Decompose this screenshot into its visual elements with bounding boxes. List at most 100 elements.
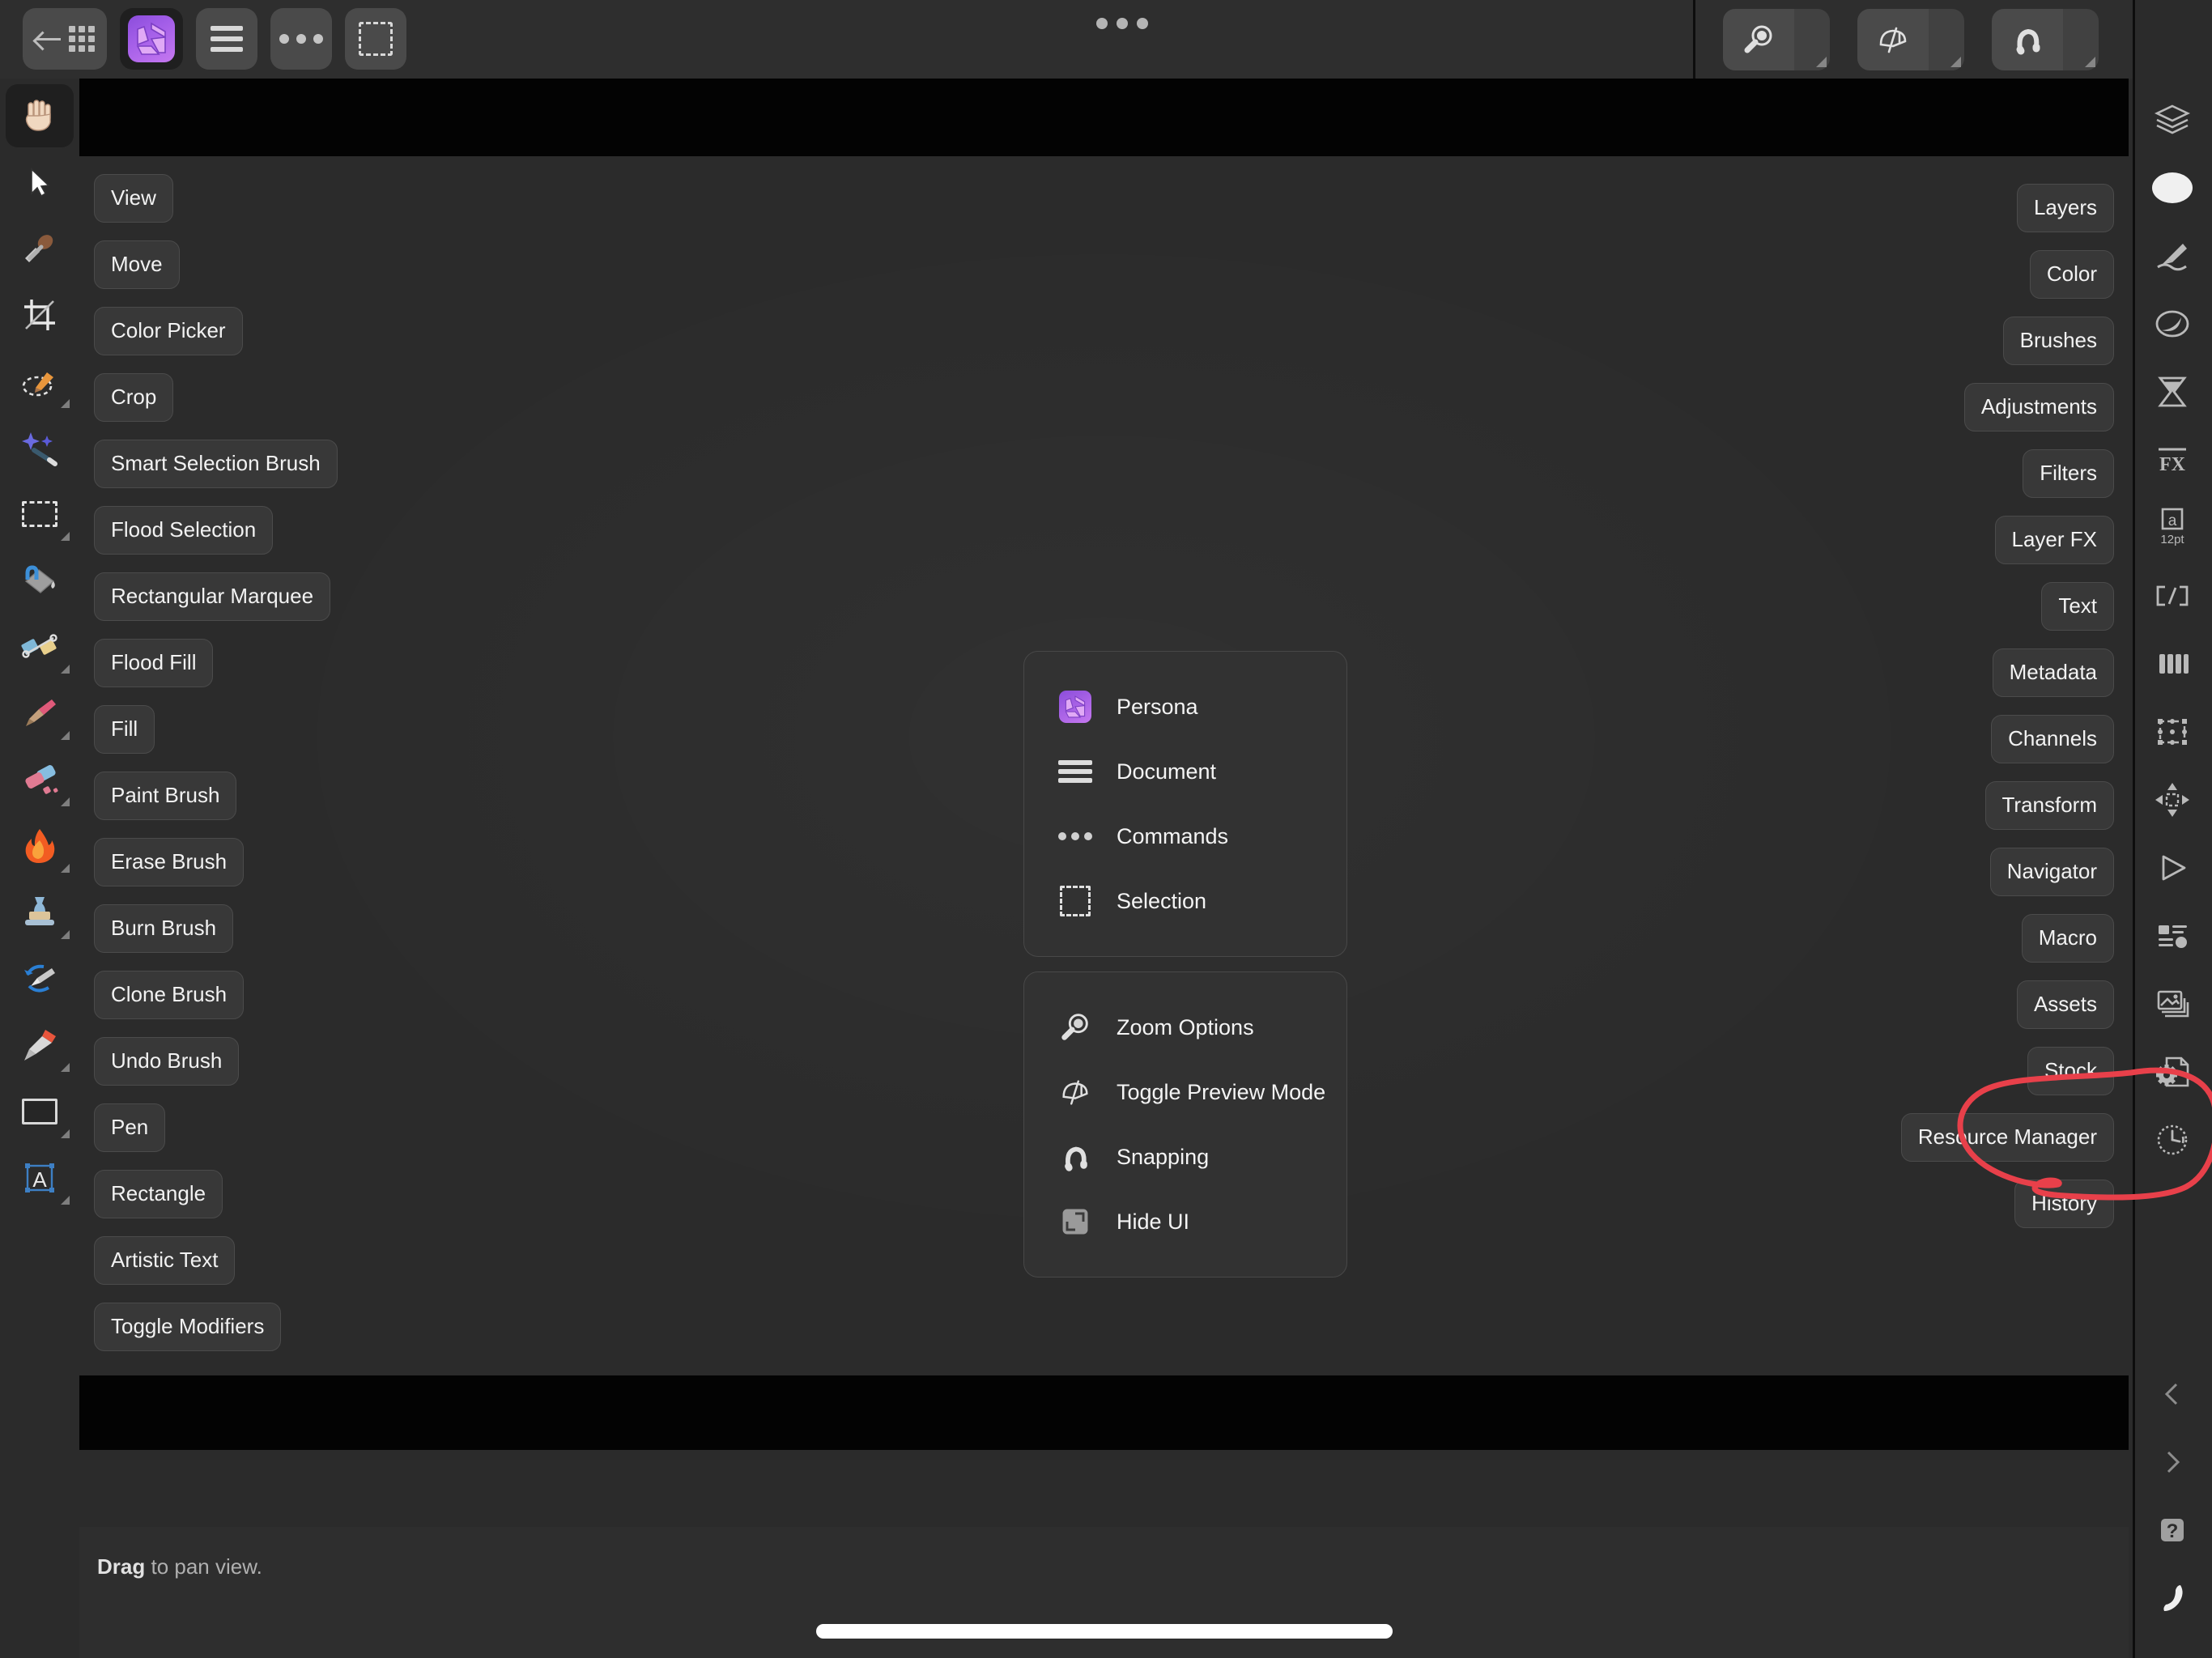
commands-menu-button[interactable] (270, 8, 332, 70)
macro-panel-button[interactable] (2138, 834, 2206, 902)
shortcut-pill-flood-fill[interactable]: Flood Fill (94, 639, 214, 687)
toggle-preview-mode-button[interactable] (1857, 8, 1964, 70)
menu-item-persona[interactable]: Persona (1024, 674, 1346, 739)
menu-item-zoom-options[interactable]: Zoom Options (1024, 995, 1346, 1060)
shortcut-pill-history[interactable]: History (2014, 1180, 2114, 1228)
selection-menu-button[interactable] (345, 8, 406, 70)
layers-panel-button[interactable] (2138, 86, 2206, 154)
shortcut-pill-layers[interactable]: Layers (2016, 184, 2114, 232)
shortcut-pill-stock[interactable]: Stock (2027, 1047, 2114, 1095)
persona-button[interactable] (120, 8, 183, 70)
move-tool[interactable] (6, 151, 74, 214)
previous-panel-button[interactable] (2138, 1360, 2206, 1428)
shortcut-pill-rectangular-marquee[interactable]: Rectangular Marquee (94, 572, 331, 621)
channels-panel-button[interactable] (2138, 630, 2206, 698)
shortcut-pill-flood-selection[interactable]: Flood Selection (94, 506, 274, 555)
metadata-panel-button[interactable] (2138, 562, 2206, 630)
undo-brush-tool[interactable] (6, 947, 74, 1010)
snapping-button[interactable] (1992, 8, 2099, 70)
toggle-modifiers-button[interactable]: Toggle Modifiers (94, 1303, 282, 1351)
shortcut-pill-artistic-text[interactable]: Artistic Text (94, 1236, 236, 1285)
shortcut-pill-brushes[interactable]: Brushes (2002, 317, 2114, 365)
canvas-workspace[interactable]: View Move Color Picker Crop Smart Selection … (79, 79, 2129, 1450)
shortcut-pill-text[interactable]: Text (2041, 582, 2114, 631)
color-picker-tool[interactable] (6, 217, 74, 280)
clone-brush-tool[interactable] (6, 881, 74, 944)
hamburger-icon (211, 26, 243, 52)
shortcut-pill-undo-brush[interactable]: Undo Brush (94, 1037, 240, 1086)
back-to-documents[interactable] (23, 8, 107, 70)
menu-item-snapping[interactable]: Snapping (1024, 1124, 1346, 1189)
home-indicator[interactable] (815, 1624, 1393, 1639)
drag-handle[interactable] (1096, 18, 1148, 29)
pen-tool[interactable] (6, 1014, 74, 1077)
rectangle-tool[interactable] (6, 1080, 74, 1143)
shortcut-pill-clone-brush[interactable]: Clone Brush (94, 971, 245, 1019)
shortcut-pill-channels[interactable]: Channels (1991, 715, 2114, 763)
shortcut-pill-transform[interactable]: Transform (1984, 781, 2114, 830)
shortcut-pill-adjustments[interactable]: Adjustments (1963, 383, 2114, 432)
cursor-arrow-icon (31, 168, 50, 198)
shortcut-pill-smart-selection-brush[interactable]: Smart Selection Brush (94, 440, 338, 488)
crop-tool[interactable] (6, 283, 74, 346)
shortcut-pill-metadata[interactable]: Metadata (1992, 648, 2114, 697)
menu-item-document[interactable]: Document (1024, 739, 1346, 804)
shortcut-pill-resource-manager[interactable]: Resource Manager (1900, 1113, 2114, 1162)
menu-item-hide-ui[interactable]: Hide UI (1024, 1189, 1346, 1254)
adjustments-panel-button[interactable] (2138, 290, 2206, 358)
text-panel-button[interactable]: a 12pt (2138, 494, 2206, 562)
shortcut-pill-fill[interactable]: Fill (94, 705, 155, 754)
status-strong: Drag (97, 1554, 146, 1579)
next-panel-button[interactable] (2138, 1428, 2206, 1496)
rectangular-marquee-tool[interactable] (6, 483, 74, 546)
view-tool[interactable] (6, 84, 74, 147)
history-panel-button[interactable] (2138, 1106, 2206, 1174)
shortcut-pill-view[interactable]: View (94, 174, 173, 223)
color-swatch-circle-icon (2152, 172, 2193, 203)
snapping-disclosure[interactable] (2063, 8, 2099, 70)
shortcut-pill-color-picker[interactable]: Color Picker (94, 307, 243, 355)
menu-item-selection[interactable]: Selection (1024, 869, 1346, 933)
shortcut-pill-filters[interactable]: Filters (2023, 449, 2114, 498)
shortcut-pill-move[interactable]: Move (94, 240, 180, 289)
hide-panel-button[interactable] (2138, 1564, 2206, 1632)
shortcut-pill-assets[interactable]: Assets (2016, 980, 2114, 1029)
smart-selection-brush-tool[interactable] (6, 350, 74, 413)
stock-panel-button[interactable] (2138, 970, 2206, 1038)
menu-item-commands[interactable]: Commands (1024, 804, 1346, 869)
menu-item-toggle-preview-mode[interactable]: Toggle Preview Mode (1024, 1060, 1346, 1124)
shortcut-pill-crop[interactable]: Crop (94, 373, 174, 422)
shortcut-pill-macro[interactable]: Macro (2021, 914, 2114, 963)
transform-panel-button[interactable] (2138, 698, 2206, 766)
preview-mode-disclosure[interactable] (1929, 8, 1964, 70)
shortcut-pill-burn-brush[interactable]: Burn Brush (94, 904, 234, 953)
color-panel-button[interactable] (2138, 154, 2206, 222)
grid-icon (69, 26, 95, 52)
layer-fx-panel-button[interactable]: FX (2138, 426, 2206, 494)
flood-selection-tool[interactable] (6, 416, 74, 479)
paint-brush-tool[interactable] (6, 682, 74, 745)
zoom-options-button[interactable] (1723, 8, 1830, 70)
help-button[interactable]: ? (2138, 1496, 2206, 1564)
navigator-panel-button[interactable] (2138, 766, 2206, 834)
document-menu-button[interactable] (196, 8, 257, 70)
resource-manager-panel-button[interactable] (2138, 1038, 2206, 1106)
shortcut-pill-navigator[interactable]: Navigator (1989, 848, 2114, 896)
brushes-panel-button[interactable] (2138, 222, 2206, 290)
erase-brush-tool[interactable] (6, 748, 74, 811)
flood-fill-tool[interactable] (6, 549, 74, 612)
burn-brush-tool[interactable] (6, 814, 74, 878)
flyout-indicator (61, 665, 70, 674)
artistic-text-tool[interactable]: A (6, 1146, 74, 1209)
filters-panel-button[interactable] (2138, 358, 2206, 426)
shortcut-pill-layer-fx[interactable]: Layer FX (1994, 516, 2114, 564)
shortcut-pill-erase-brush[interactable]: Erase Brush (94, 838, 245, 886)
shortcut-pill-paint-brush[interactable]: Paint Brush (94, 772, 237, 820)
fill-tool[interactable] (6, 615, 74, 678)
menu-item-label: Commands (1117, 823, 1229, 848)
shortcut-pill-color[interactable]: Color (2029, 250, 2114, 299)
assets-panel-button[interactable] (2138, 902, 2206, 970)
shortcut-pill-rectangle[interactable]: Rectangle (94, 1170, 223, 1218)
shortcut-pill-pen[interactable]: Pen (94, 1103, 166, 1152)
zoom-options-disclosure[interactable] (1794, 8, 1830, 70)
